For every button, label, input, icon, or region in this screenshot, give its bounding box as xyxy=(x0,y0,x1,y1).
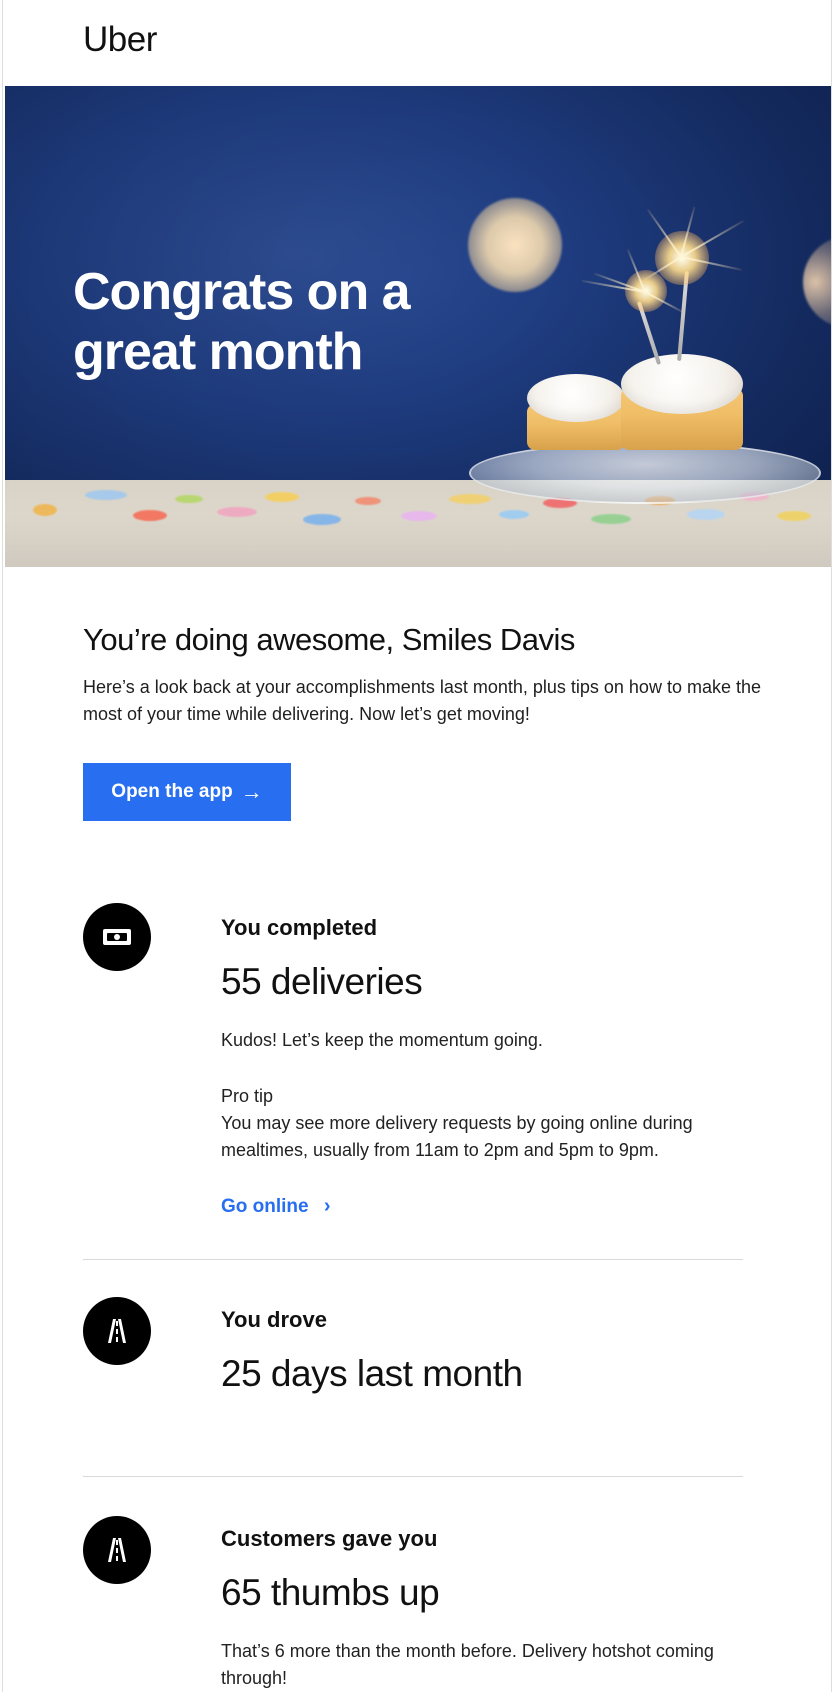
intro-text: Here’s a look back at your accomplishmen… xyxy=(83,677,761,724)
confetti-dot xyxy=(401,511,437,521)
hero-banner: Congrats on a great month xyxy=(5,86,831,567)
go-online-label: Go online xyxy=(221,1196,309,1217)
chevron-right-icon: › xyxy=(323,1195,331,1217)
road-icon xyxy=(83,1516,151,1584)
road-icon xyxy=(108,1319,126,1343)
greeting-heading: You’re doing awesome, Smiles Davis xyxy=(83,622,575,657)
open-app-button-label: Open the app xyxy=(111,781,233,802)
thumbs-message: That’s 6 more than the month before. Del… xyxy=(221,1641,714,1688)
confetti-dot xyxy=(265,492,299,502)
road-icon xyxy=(83,1297,151,1365)
drove-section: You drove 25 days last month xyxy=(83,1297,743,1417)
money-icon xyxy=(83,903,151,971)
email-frame: Uber Congrats on a great month You’re do… xyxy=(2,0,832,1692)
confetti-dot xyxy=(133,510,167,521)
completed-message: Kudos! Let’s keep the momentum going. xyxy=(221,1030,543,1050)
section-divider xyxy=(83,1259,743,1260)
arrow-right-icon: → xyxy=(240,779,263,804)
confetti-dot xyxy=(591,514,631,524)
confetti-dot xyxy=(217,507,257,517)
pro-tip-text: You may see more delivery requests by go… xyxy=(221,1113,693,1160)
hero-title: Congrats on a great month xyxy=(73,263,411,381)
uber-logo: Uber xyxy=(83,20,157,59)
confetti-dot xyxy=(687,509,725,520)
go-online-link[interactable]: Go online › xyxy=(221,1193,331,1221)
pro-tip-label: Pro tip xyxy=(221,1086,274,1106)
thumbs-kicker: Customers gave you xyxy=(221,1526,438,1551)
open-app-button[interactable]: Open the app → xyxy=(83,763,291,821)
confetti-dot xyxy=(85,490,127,500)
completed-kicker: You completed xyxy=(221,915,378,940)
thumbs-section: Customers gave you 65 thumbs up That’s 6… xyxy=(83,1516,743,1688)
road-icon xyxy=(108,1538,126,1562)
section-divider xyxy=(83,1476,743,1477)
confetti-dot xyxy=(175,495,203,503)
money-icon xyxy=(103,929,131,945)
drove-metric: 25 days last month xyxy=(221,1353,523,1394)
completed-section: You completed 55 deliveries Kudos! Let’s… xyxy=(83,903,743,1233)
confetti-dot xyxy=(355,497,381,505)
confetti-dot xyxy=(449,494,491,504)
drove-kicker: You drove xyxy=(221,1307,327,1332)
cupcake-right-top xyxy=(621,354,743,414)
confetti-dot xyxy=(777,511,811,521)
completed-metric: 55 deliveries xyxy=(221,961,423,1002)
cupcake-left-top xyxy=(527,374,625,422)
thumbs-metric: 65 thumbs up xyxy=(221,1572,440,1613)
confetti-dot xyxy=(499,510,529,519)
confetti-dot xyxy=(303,514,341,525)
confetti-dot xyxy=(33,504,57,516)
glass-plate xyxy=(469,442,821,504)
